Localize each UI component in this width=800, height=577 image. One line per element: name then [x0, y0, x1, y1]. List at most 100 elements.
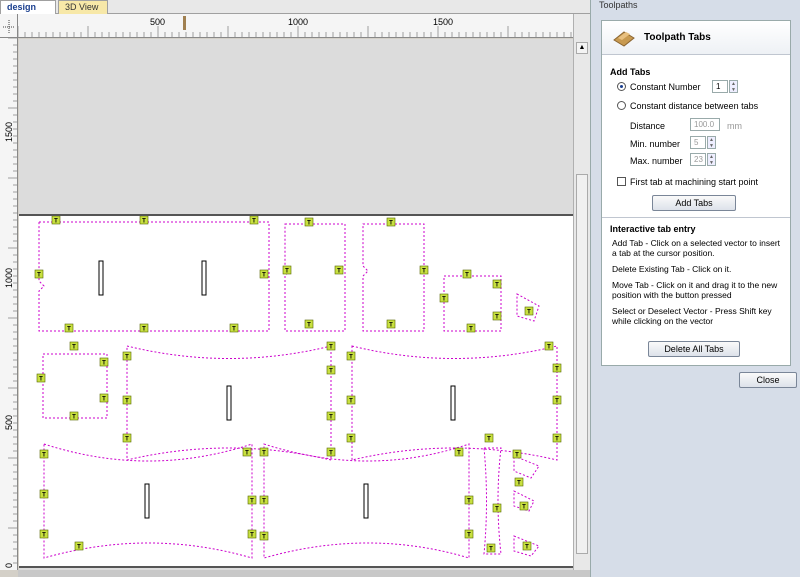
tab-marker[interactable]: T — [39, 529, 49, 539]
svg-text:T: T — [422, 269, 426, 275]
tab-marker[interactable]: T — [492, 503, 502, 513]
max-number-spinner[interactable]: ▲ ▼ — [707, 153, 716, 166]
tab-marker[interactable]: T — [484, 433, 494, 443]
tab-marker[interactable]: T — [74, 541, 84, 551]
tab-marker[interactable]: T — [419, 265, 429, 275]
vector-parts[interactable]: T T T T T T T T T T T T T T T T T T T T T T T T T T T T T T T T T T T T T T T T… — [19, 215, 573, 570]
svg-text:T: T — [349, 399, 353, 405]
svg-text:T: T — [467, 533, 471, 539]
tab-marker[interactable]: T — [282, 265, 292, 275]
tab-design[interactable]: design — [0, 0, 56, 14]
tab-marker[interactable]: T — [346, 351, 356, 361]
max-number-input[interactable]: 23 — [690, 153, 706, 166]
design-workspace: design 3D View 500 1000 1500 1500 1000 5… — [0, 0, 590, 577]
constant-number-input[interactable]: 1 — [712, 80, 728, 93]
slot — [450, 385, 456, 421]
tab-marker[interactable]: T — [492, 311, 502, 321]
constant-distance-radio[interactable] — [617, 101, 626, 110]
tab-marker[interactable]: T — [247, 495, 257, 505]
distance-unit: mm — [727, 121, 742, 131]
tab-marker[interactable]: T — [464, 495, 474, 505]
tab-marker[interactable]: T — [439, 293, 449, 303]
tab-marker[interactable]: T — [122, 433, 132, 443]
tab-marker[interactable]: T — [552, 395, 562, 405]
svg-text:T: T — [515, 453, 519, 459]
tab-marker[interactable]: T — [259, 531, 269, 541]
svg-text:T: T — [307, 323, 311, 329]
slot — [144, 483, 150, 519]
material-sheet[interactable]: T T T T T T T T T T T T T T T T T T T T T T T T T T T T T T T T T T T T T T T T… — [19, 214, 573, 568]
svg-text:T: T — [329, 369, 333, 375]
close-button[interactable]: Close — [739, 372, 797, 388]
min-number-input[interactable]: 5 — [690, 136, 706, 149]
tab-marker[interactable]: T — [69, 411, 79, 421]
tab-marker[interactable]: T — [346, 395, 356, 405]
horizontal-ruler: 500 1000 1500 — [18, 14, 573, 38]
tab-marker[interactable]: T — [64, 323, 74, 333]
tab-marker[interactable]: T — [326, 341, 336, 351]
tab-marker[interactable]: T — [122, 395, 132, 405]
svg-text:T: T — [142, 219, 146, 225]
tab-marker[interactable]: T — [326, 447, 336, 457]
tab-marker[interactable]: T — [524, 306, 534, 316]
tab-marker[interactable]: T — [512, 449, 522, 459]
scroll-thumb[interactable] — [576, 174, 588, 554]
tab-marker[interactable]: T — [99, 393, 109, 403]
tab-marker[interactable]: T — [139, 215, 149, 225]
first-tab-checkbox[interactable] — [617, 177, 626, 186]
tab-marker[interactable]: T — [39, 449, 49, 459]
tab-marker[interactable]: T — [304, 319, 314, 329]
tab-marker[interactable]: T — [259, 269, 269, 279]
add-tabs-button[interactable]: Add Tabs — [652, 195, 736, 211]
tab-marker[interactable]: T — [122, 351, 132, 361]
tab-marker[interactable]: T — [139, 323, 149, 333]
tab-marker[interactable]: T — [304, 217, 314, 227]
tab-marker[interactable]: T — [247, 529, 257, 539]
tab-marker[interactable]: T — [519, 501, 529, 511]
tab-3d-view[interactable]: 3D View — [58, 0, 108, 14]
tab-marker[interactable]: T — [242, 447, 252, 457]
svg-text:T: T — [250, 533, 254, 539]
tab-marker[interactable]: T — [386, 217, 396, 227]
tab-marker[interactable]: T — [34, 269, 44, 279]
constant-number-spinner[interactable]: ▲ ▼ — [729, 80, 738, 93]
svg-text:T: T — [495, 315, 499, 321]
drawing-canvas[interactable]: T T T T T T T T T T T T T T T T T T T T T T T T T T T T T T T T T T T T T T T T… — [19, 39, 573, 570]
tab-marker[interactable]: T — [51, 215, 61, 225]
tab-marker[interactable]: T — [39, 489, 49, 499]
tab-marker[interactable]: T — [386, 319, 396, 329]
tab-marker[interactable]: T — [464, 529, 474, 539]
tab-marker[interactable]: T — [486, 543, 496, 553]
tab-marker[interactable]: T — [36, 373, 46, 383]
tab-marker[interactable]: T — [514, 477, 524, 487]
tab-marker[interactable]: T — [69, 341, 79, 351]
delete-all-tabs-button[interactable]: Delete All Tabs — [648, 341, 740, 357]
tab-marker[interactable]: T — [522, 541, 532, 551]
svg-text:T: T — [555, 367, 559, 373]
tab-marker[interactable]: T — [259, 495, 269, 505]
tab-marker[interactable]: T — [259, 447, 269, 457]
interactive-heading: Interactive tab entry — [610, 224, 696, 234]
tab-marker[interactable]: T — [326, 411, 336, 421]
ruler-corner[interactable] — [0, 14, 18, 38]
svg-text:T: T — [72, 415, 76, 421]
vertical-scrollbar[interactable]: ▲ — [573, 14, 590, 570]
tab-marker[interactable]: T — [334, 265, 344, 275]
ruler-label-v500: 500 — [4, 415, 14, 430]
tab-marker[interactable]: T — [229, 323, 239, 333]
tab-marker[interactable]: T — [466, 323, 476, 333]
tab-marker[interactable]: T — [346, 433, 356, 443]
tab-marker[interactable]: T — [454, 447, 464, 457]
tab-marker[interactable]: T — [99, 357, 109, 367]
min-number-spinner[interactable]: ▲ ▼ — [707, 136, 716, 149]
tab-marker[interactable]: T — [326, 365, 336, 375]
tab-marker[interactable]: T — [462, 269, 472, 279]
distance-input[interactable]: 100.0 — [690, 118, 720, 131]
tab-marker[interactable]: T — [249, 215, 259, 225]
tab-marker[interactable]: T — [492, 279, 502, 289]
tab-marker[interactable]: T — [544, 341, 554, 351]
tab-marker[interactable]: T — [552, 433, 562, 443]
scroll-up-icon[interactable]: ▲ — [576, 42, 588, 54]
constant-number-radio[interactable] — [617, 82, 626, 91]
tab-marker[interactable]: T — [552, 363, 562, 373]
